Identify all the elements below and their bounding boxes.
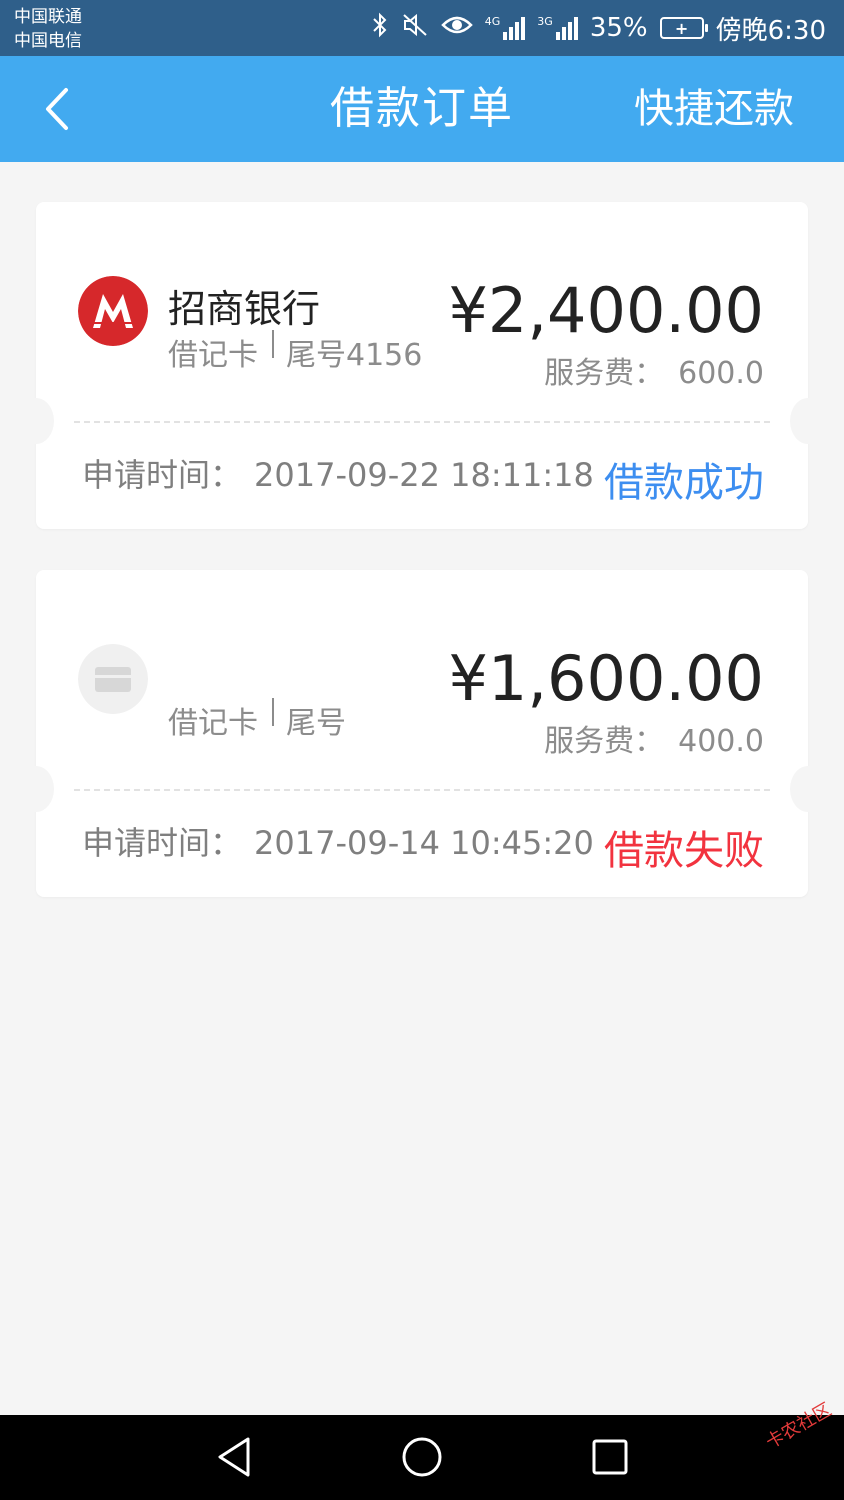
order-card[interactable]: 借记卡 尾号 ¥1,600.00 服务费： 400.0 申请时间： 2017-09-… <box>18 570 826 897</box>
fee-label: 服务费： <box>544 724 665 759</box>
carrier-info: 中国联通 中国电信 <box>14 5 82 53</box>
nav-home-button[interactable] <box>392 1427 452 1487</box>
fee-value: 600.0 <box>678 356 764 391</box>
order-status: 借款失败 <box>604 828 764 874</box>
status-bar: 中国联通 中国电信 4G 3G 35% + 傍晚6:30 <box>0 0 844 56</box>
signal-2-icon: 3G <box>537 16 578 40</box>
apply-label: 申请时间： <box>82 456 243 494</box>
apply-label: 申请时间： <box>82 824 243 862</box>
service-fee: 服务费： 600.0 <box>544 348 764 392</box>
app-header: 借款订单 快捷还款 <box>0 56 844 162</box>
service-fee: 服务费： 400.0 <box>544 716 764 760</box>
battery-percent: 35% <box>589 13 648 43</box>
bluetooth-icon <box>371 12 389 44</box>
loan-amount: ¥2,400.00 <box>448 274 764 347</box>
apply-time-row: 申请时间： 2017-09-22 18:11:18 <box>82 450 594 496</box>
card-tail: 尾号4156 <box>286 338 423 373</box>
bank-name: 招商银行 <box>168 287 321 331</box>
card-meta: 借记卡 尾号4156 <box>168 330 422 374</box>
dashed-divider <box>74 789 770 791</box>
apply-time-row: 申请时间： 2017-09-14 10:45:20 <box>82 818 594 864</box>
carrier-1: 中国联通 <box>14 7 82 27</box>
back-triangle-icon <box>218 1437 250 1477</box>
quick-repay-button[interactable]: 快捷还款 <box>634 56 794 162</box>
generic-card-icon <box>78 644 148 714</box>
nav-recents-button[interactable] <box>580 1427 640 1487</box>
nav-back-button[interactable] <box>204 1427 264 1487</box>
apply-time: 2017-09-22 18:11:18 <box>254 456 594 494</box>
network-2-label: 3G <box>537 15 553 28</box>
loan-amount: ¥1,600.00 <box>448 642 764 715</box>
apply-time: 2017-09-14 10:45:20 <box>254 824 594 862</box>
card-tail: 尾号 <box>286 706 346 741</box>
home-circle-icon <box>402 1437 442 1477</box>
clock: 傍晚6:30 <box>715 15 826 46</box>
order-status: 借款成功 <box>604 460 764 506</box>
cmb-bank-logo-icon <box>78 276 148 346</box>
card-meta: 借记卡 尾号 <box>168 698 346 742</box>
dashed-divider <box>74 421 770 423</box>
carrier-2: 中国电信 <box>14 31 82 51</box>
recents-square-icon <box>592 1439 628 1475</box>
fee-label: 服务费： <box>544 356 665 391</box>
meta-separator <box>272 698 274 726</box>
order-card[interactable]: 招商银行 借记卡 尾号4156 ¥2,400.00 服务费： 600.0 申请时间… <box>18 202 826 529</box>
fee-value: 400.0 <box>678 724 764 759</box>
battery-icon: + <box>659 17 708 39</box>
status-icons: 4G 3G 35% + 傍晚6:30 <box>371 0 826 56</box>
meta-separator <box>272 330 274 358</box>
network-1-label: 4G <box>484 15 501 28</box>
card-type: 借记卡 <box>168 338 258 373</box>
system-nav-bar <box>0 1415 844 1500</box>
eye-comfort-icon <box>440 13 473 43</box>
mute-icon <box>401 12 429 44</box>
signal-1-icon: 4G <box>485 16 526 40</box>
card-type: 借记卡 <box>168 706 258 741</box>
